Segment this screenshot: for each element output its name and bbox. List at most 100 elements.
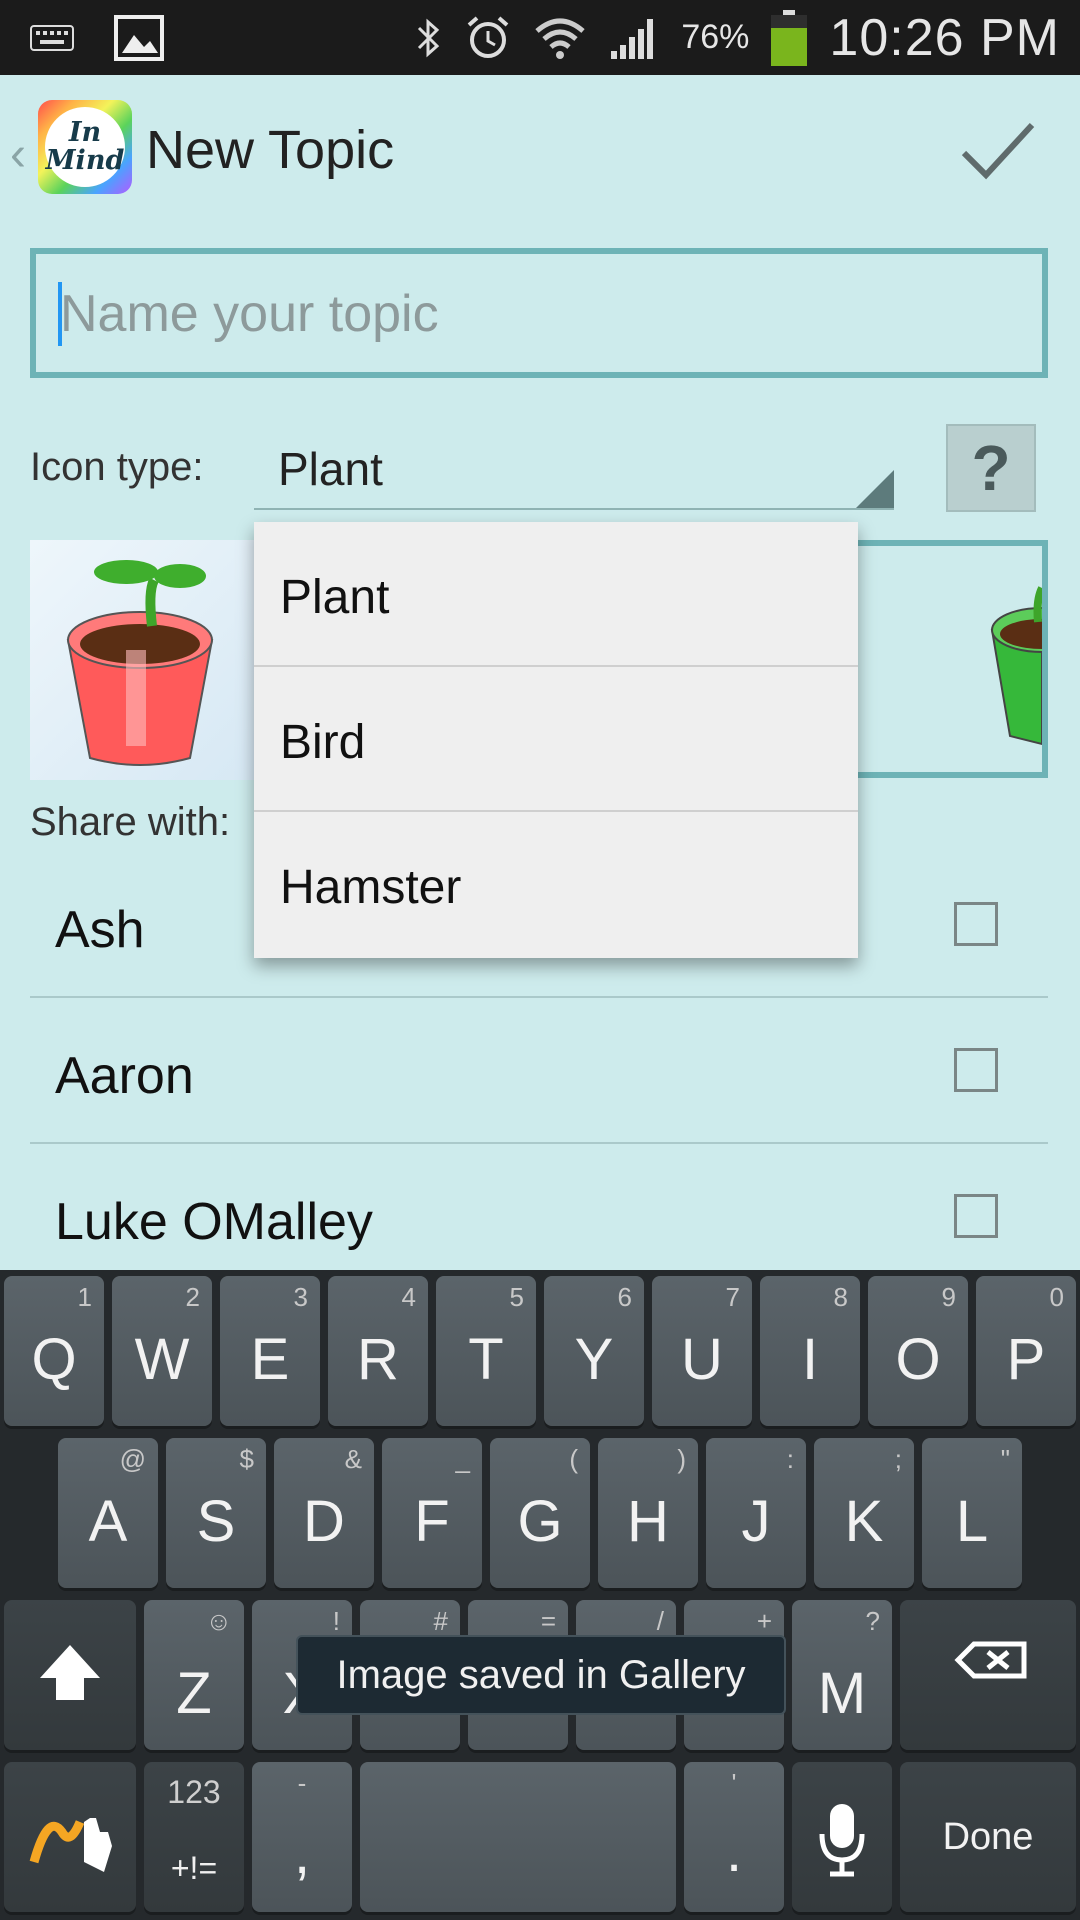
key-u[interactable]: U7 — [652, 1276, 752, 1426]
key-a[interactable]: A @ — [58, 1438, 158, 1588]
key-e[interactable]: E3 — [220, 1276, 320, 1426]
key-z[interactable]: Z ☺ — [144, 1600, 244, 1750]
battery-icon — [771, 9, 808, 66]
green-pot-plant-icon — [990, 586, 1080, 746]
key-secondary-label: _ — [455, 1444, 470, 1474]
key-secondary-label: - — [297, 1768, 307, 1798]
key-i[interactable]: I8 — [760, 1276, 860, 1426]
key-secondary-label: 8 — [833, 1282, 848, 1312]
key-label: D — [303, 1489, 345, 1554]
key-label: U — [681, 1327, 723, 1392]
key-q[interactable]: Q1 — [4, 1276, 104, 1426]
key-y[interactable]: Y6 — [544, 1276, 644, 1426]
plant-icon-option-red[interactable] — [30, 540, 260, 780]
key-label: K — [844, 1489, 884, 1554]
key-p[interactable]: P0 — [976, 1276, 1076, 1426]
shift-icon — [40, 1645, 100, 1700]
toast-message: Image saved in Gallery — [296, 1635, 786, 1715]
key-label: F — [414, 1489, 450, 1554]
symbols-key[interactable]: 123 +!= — [144, 1762, 244, 1912]
red-pot-plant-icon — [66, 560, 214, 766]
dropdown-option-bird[interactable]: Bird — [254, 667, 858, 812]
key-label: H — [627, 1489, 669, 1554]
contact-row[interactable]: Luke OMalley — [30, 1144, 1048, 1290]
key-secondary-label: 9 — [941, 1282, 956, 1312]
signal-icon — [611, 18, 654, 59]
icon-type-spinner[interactable]: Plant — [254, 426, 894, 510]
key-label: I — [801, 1327, 819, 1392]
key-secondary-label: 5 — [509, 1282, 524, 1312]
key-label: W — [134, 1327, 190, 1392]
dropdown-option-label: Plant — [280, 571, 390, 624]
symbols-key-top-label: 123 — [167, 1774, 221, 1810]
key-t[interactable]: T5 — [436, 1276, 536, 1426]
bluetooth-icon — [418, 18, 440, 57]
key-w[interactable]: W2 — [112, 1276, 212, 1426]
period-key[interactable]: . ' — [684, 1762, 784, 1912]
key-secondary-label: 6 — [617, 1282, 632, 1312]
action-bar: ‹ In Mind New Topic — [0, 75, 1080, 225]
app-logo-text-line1: In — [68, 117, 102, 148]
contact-row[interactable]: Aaron — [30, 998, 1048, 1144]
key-m[interactable]: M? — [792, 1600, 892, 1750]
key-secondary-label: 1 — [77, 1282, 92, 1312]
app-logo-icon[interactable]: In Mind — [38, 100, 132, 194]
contact-name: Luke OMalley — [55, 1193, 373, 1251]
key-d[interactable]: D & — [274, 1438, 374, 1588]
key-secondary-label: 2 — [185, 1282, 200, 1312]
key-secondary-label: 0 — [1049, 1282, 1064, 1312]
topic-name-input[interactable] — [58, 274, 1022, 354]
key-f[interactable]: F _ — [382, 1438, 482, 1588]
soft-keyboard: Q 1 W 2 E 3 R 4 T 5 Y 6 U 7 I 8 O 9 P 0 A @ S $ D & F _ G(H) J: K; L " Z ☺… — [0, 1270, 1080, 1920]
icon-type-selected-value: Plant — [278, 443, 383, 495]
contact-name: Aaron — [55, 1047, 194, 1105]
done-key[interactable]: Done — [900, 1762, 1076, 1912]
key-secondary-label: # — [433, 1606, 448, 1636]
key-g[interactable]: G( — [490, 1438, 590, 1588]
key-s[interactable]: S $ — [166, 1438, 266, 1588]
key-label: Y — [574, 1327, 614, 1392]
backspace-icon — [954, 1641, 1027, 1679]
key-o[interactable]: O9 — [868, 1276, 968, 1426]
contact-name: Ash — [55, 901, 145, 959]
dropdown-option-hamster[interactable]: Hamster — [254, 812, 858, 957]
key-secondary-label: 3 — [293, 1282, 308, 1312]
comma-key[interactable]: ,- — [252, 1762, 352, 1912]
key-label: J — [741, 1489, 771, 1554]
back-caret-icon[interactable]: ‹ — [10, 127, 26, 182]
shift-key[interactable] — [4, 1600, 136, 1750]
swype-key[interactable] — [4, 1762, 136, 1912]
key-label: O — [895, 1327, 941, 1392]
key-secondary-label: ( — [569, 1444, 578, 1474]
image-icon — [114, 14, 164, 61]
key-l[interactable]: L " — [922, 1438, 1022, 1588]
contact-checkbox[interactable] — [954, 902, 998, 946]
key-label: S — [196, 1489, 236, 1554]
key-r[interactable]: R4 — [328, 1276, 428, 1426]
key-label: Done — [942, 1816, 1034, 1858]
space-bar[interactable] — [360, 1762, 676, 1912]
help-button-label: ? — [971, 432, 1011, 504]
key-secondary-label: & — [344, 1444, 362, 1474]
key-h[interactable]: H) — [598, 1438, 698, 1588]
swype-hand-icon — [29, 1818, 112, 1872]
contact-checkbox[interactable] — [954, 1048, 998, 1092]
key-label: M — [817, 1661, 867, 1726]
key-j[interactable]: J: — [706, 1438, 806, 1588]
share-with-label: Share with: — [30, 800, 231, 844]
microphone-key[interactable] — [792, 1762, 892, 1912]
help-button[interactable]: ? — [946, 424, 1036, 512]
key-label: , — [293, 1821, 311, 1886]
key-secondary-label: $ — [239, 1444, 254, 1474]
dropdown-option-plant[interactable]: Plant — [254, 522, 858, 667]
contact-checkbox[interactable] — [954, 1194, 998, 1238]
key-k[interactable]: K; — [814, 1438, 914, 1588]
plant-icon-option-green[interactable] — [850, 540, 1080, 778]
icon-type-label: Icon type: — [30, 445, 204, 489]
key-label: P — [1006, 1327, 1046, 1392]
confirm-check-icon[interactable] — [958, 115, 1038, 185]
key-secondary-label: ! — [332, 1606, 340, 1636]
key-secondary-label: ? — [865, 1606, 880, 1636]
backspace-key[interactable] — [900, 1600, 1076, 1750]
key-secondary-label: ) — [677, 1444, 686, 1474]
